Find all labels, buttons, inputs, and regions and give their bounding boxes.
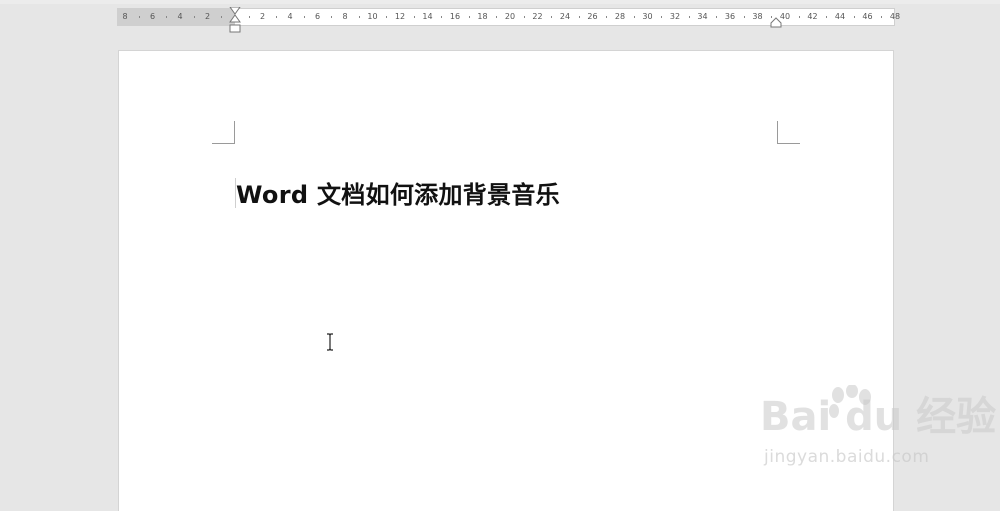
- ruler-minor-tick: [523, 16, 525, 18]
- ruler-tick-label: 30: [642, 12, 653, 21]
- ruler-minor-tick: [606, 16, 608, 18]
- ruler-tick-label: 12: [394, 12, 406, 21]
- ruler-minor-tick: [688, 16, 690, 18]
- ruler-minor-tick: [551, 16, 553, 18]
- margin-corner-top-right: [777, 121, 800, 144]
- ruler-tick-label: 46: [862, 12, 873, 21]
- ruler-tick-label: 18: [477, 12, 488, 21]
- ruler-minor-tick: [661, 16, 663, 18]
- ruler-tick-label: 34: [697, 12, 708, 21]
- ruler-tick-label: 48: [889, 12, 901, 21]
- ruler-tick-label: 6: [314, 12, 321, 21]
- ruler-minor-tick: [468, 16, 470, 18]
- ruler-tick-label: 2: [204, 12, 211, 21]
- ruler-tick-label: 38: [752, 12, 763, 21]
- ruler-minor-tick: [881, 16, 883, 18]
- ruler-tick-label: 26: [587, 12, 598, 21]
- ruler-minor-tick: [303, 16, 305, 18]
- ruler-minor-tick: [276, 16, 278, 18]
- ruler-minor-tick: [221, 16, 223, 18]
- ruler-minor-tick: [331, 16, 333, 18]
- top-strip: [0, 0, 1000, 4]
- ruler-tick-label: 2: [259, 12, 266, 21]
- ruler-minor-tick: [138, 16, 140, 18]
- ruler-tick-label: 4: [287, 12, 293, 21]
- ruler-minor-tick: [358, 16, 360, 18]
- ruler-tick-label: 42: [807, 12, 818, 21]
- ruler-tick-label: 16: [449, 12, 461, 21]
- ruler-minor-tick: [826, 16, 828, 18]
- ruler-minor-tick: [248, 16, 250, 18]
- right-indent-marker-icon[interactable]: [770, 15, 782, 29]
- ibeam-cursor-icon: [327, 333, 333, 351]
- ruler-tick-label: 14: [422, 12, 433, 21]
- ruler-tick-label: 44: [834, 12, 846, 21]
- ruler-tick-label: 36: [724, 12, 736, 21]
- ruler-minor-tick: [166, 16, 168, 18]
- ruler-tick-label: 28: [614, 12, 626, 21]
- ruler-minor-tick: [496, 16, 498, 18]
- ruler-minor-tick: [743, 16, 745, 18]
- ruler-tick-label: 8: [342, 12, 348, 21]
- ruler-tick-label: 22: [532, 12, 543, 21]
- document-page[interactable]: Word 文档如何添加背景音乐: [119, 51, 893, 511]
- ruler-tick-label: 24: [559, 12, 571, 21]
- ruler-minor-tick: [633, 16, 635, 18]
- ruler-minor-tick: [386, 16, 388, 18]
- ruler-minor-tick: [193, 16, 195, 18]
- document-heading[interactable]: Word 文档如何添加背景音乐: [236, 175, 560, 210]
- left-indent-marker-icon[interactable]: [229, 7, 241, 35]
- ruler-minor-tick: [798, 16, 800, 18]
- ruler-minor-tick: [578, 16, 580, 18]
- ruler-minor-tick: [441, 16, 443, 18]
- ruler-tick-label: 20: [504, 12, 516, 21]
- margin-corner-top-left: [212, 121, 235, 144]
- ruler-minor-tick: [716, 16, 718, 18]
- ruler-tick-label: 8: [122, 12, 128, 21]
- ruler-minor-tick: [413, 16, 415, 18]
- word-app-window: 8 6 4 2 2 4 6 8 10 12 14 16 18 20 22 24 26 28 30 32 34 36 38 40…: [0, 0, 1000, 511]
- ruler-tick-label: 4: [177, 12, 183, 21]
- ruler-tick-label: 6: [149, 12, 156, 21]
- ruler-tick-label: 10: [367, 12, 378, 21]
- ruler-minor-tick: [853, 16, 855, 18]
- ruler-tick-label: 32: [669, 12, 681, 21]
